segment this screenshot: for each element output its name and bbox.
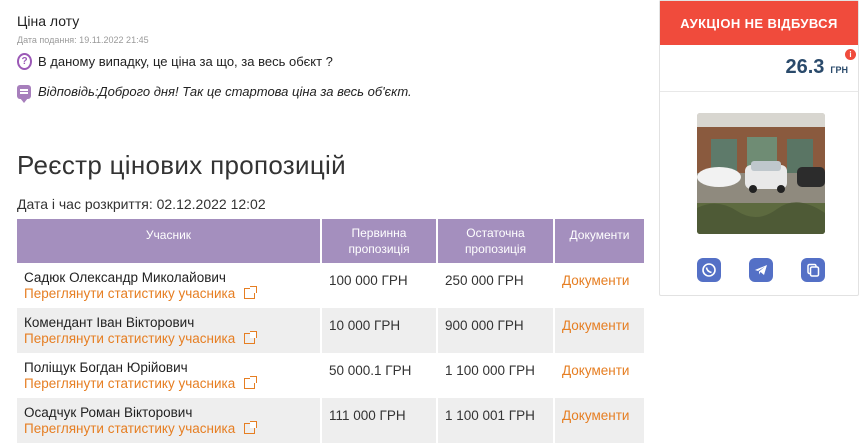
documents-cell: Документи <box>554 263 644 308</box>
lot-photo[interactable] <box>697 113 825 234</box>
first-bid-cell: 100 000 ГРН <box>321 263 438 308</box>
stats-link-label: Переглянути статистику учасника <box>24 376 236 391</box>
participant-stats-link[interactable]: Переглянути статистику учасника <box>24 286 258 301</box>
last-bid-amount: 1 100 000 ГРН <box>445 363 535 378</box>
last-bid-amount: 250 000 ГРН <box>445 273 524 288</box>
external-link-icon <box>244 376 258 389</box>
last-bid-cell: 1 100 001 ГРН <box>437 398 555 443</box>
answer-row: Відповідь:Доброго дня! Так це стартова ц… <box>17 84 637 103</box>
documents-cell: Документи <box>554 353 644 398</box>
auction-status-banner: АУКЦІОН НЕ ВІДБУВСЯ <box>660 1 858 45</box>
participant-cell: Комендант Іван Вікторович Переглянути ст… <box>17 308 322 353</box>
table-row: Садюк Олександр Миколайович Переглянути … <box>17 263 644 308</box>
last-bid-cell: 900 000 ГРН <box>437 308 555 353</box>
documents-link[interactable]: Документи <box>562 270 644 288</box>
lot-summary-card: АУКЦІОН НЕ ВІДБУВСЯ i 26.3 ГРН <box>659 0 859 296</box>
external-link-icon <box>244 286 258 299</box>
external-link-icon <box>244 421 258 434</box>
header-participant: Учасник <box>17 219 322 263</box>
header-first-bid-line1: Первинна <box>351 226 407 240</box>
question-text: В даному випадку, це ціна за що, за весь… <box>38 54 333 69</box>
last-bid-cell: 1 100 000 ГРН <box>437 353 555 398</box>
first-bid-amount: 100 000 ГРН <box>329 273 408 288</box>
price-currency: ГРН <box>830 65 848 75</box>
header-first-bid-line2: пропозиція <box>348 242 410 256</box>
table-row: Комендант Іван Вікторович Переглянути ст… <box>17 308 644 353</box>
first-bid-amount: 10 000 ГРН <box>329 318 401 333</box>
last-bid-amount: 1 100 001 ГРН <box>445 408 535 423</box>
first-bid-cell: 111 000 ГРН <box>321 398 438 443</box>
first-bid-cell: 10 000 ГРН <box>321 308 438 353</box>
question-date: Дата подання: 19.11.2022 21:45 <box>17 35 149 45</box>
registry-title: Реєстр цінових пропозицій <box>17 150 346 180</box>
bids-table: Учасник Первинна пропозиція Остаточна пр… <box>17 219 644 443</box>
table-row: Поліщук Богдан Юрійович Переглянути стат… <box>17 353 644 398</box>
price-display: 26.3 ГРН <box>785 56 848 79</box>
question-icon: ? <box>17 53 32 70</box>
external-link-icon <box>244 331 258 344</box>
participant-name: Комендант Іван Вікторович <box>24 315 195 330</box>
answer-text: Відповідь:Доброго дня! Так це стартова ц… <box>38 84 412 99</box>
documents-cell: Документи <box>554 398 644 443</box>
participant-stats-link[interactable]: Переглянути статистику учасника <box>24 331 258 346</box>
participant-name: Поліщук Богдан Юрійович <box>24 360 188 375</box>
price-value: 26.3 <box>785 56 825 78</box>
participant-name: Садюк Олександр Миколайович <box>24 270 226 285</box>
table-row: Осадчук Роман Вікторович Переглянути ста… <box>17 398 644 443</box>
last-bid-cell: 250 000 ГРН <box>437 263 555 308</box>
chat-answer-icon <box>17 84 31 103</box>
last-bid-amount: 900 000 ГРН <box>445 318 524 333</box>
participant-name: Осадчук Роман Вікторович <box>24 405 193 420</box>
first-bid-amount: 50 000.1 ГРН <box>329 363 412 378</box>
header-last-bid-line2: пропозиція <box>464 242 527 256</box>
header-first-bid: Первинна пропозиція <box>321 219 438 263</box>
share-buttons <box>697 258 825 282</box>
first-bid-cell: 50 000.1 ГРН <box>321 353 438 398</box>
participant-stats-link[interactable]: Переглянути статистику учасника <box>24 376 258 391</box>
telegram-icon[interactable] <box>749 258 773 282</box>
question-title: Ціна лоту <box>17 13 80 29</box>
documents-link[interactable]: Документи <box>562 360 644 378</box>
documents-link[interactable]: Документи <box>562 405 644 423</box>
stats-link-label: Переглянути статистику учасника <box>24 286 236 301</box>
participant-cell: Садюк Олександр Миколайович Переглянути … <box>17 263 322 308</box>
participant-cell: Поліщук Богдан Юрійович Переглянути стат… <box>17 353 322 398</box>
copy-icon[interactable] <box>801 258 825 282</box>
divider <box>660 91 858 92</box>
open-date: Дата і час розкриття: 02.12.2022 12:02 <box>17 196 266 212</box>
header-last-bid: Остаточна пропозиція <box>437 219 555 263</box>
header-last-bid-line1: Остаточна <box>466 226 525 240</box>
stats-link-label: Переглянути статистику учасника <box>24 331 236 346</box>
viber-icon[interactable] <box>697 258 721 282</box>
first-bid-amount: 111 000 ГРН <box>329 408 406 423</box>
table-header-row: Учасник Первинна пропозиція Остаточна пр… <box>17 219 644 263</box>
stats-link-label: Переглянути статистику учасника <box>24 421 236 436</box>
participant-stats-link[interactable]: Переглянути статистику учасника <box>24 421 258 436</box>
question-row: ? В даному випадку, це ціна за що, за ве… <box>17 53 637 70</box>
documents-link[interactable]: Документи <box>562 315 644 333</box>
participant-cell: Осадчук Роман Вікторович Переглянути ста… <box>17 398 322 443</box>
question-block: Ціна лоту Дата подання: 19.11.2022 21:45… <box>17 13 637 103</box>
header-documents: Документи <box>554 219 644 263</box>
documents-cell: Документи <box>554 308 644 353</box>
